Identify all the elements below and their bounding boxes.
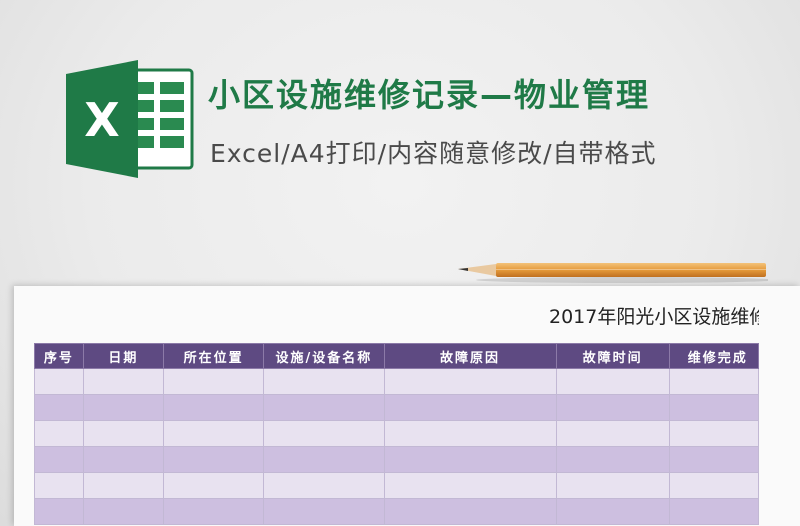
column-header: 所在位置 (163, 343, 265, 369)
table-row (34, 420, 759, 447)
table-cell[interactable] (34, 420, 84, 447)
table-cell[interactable] (668, 394, 759, 421)
table-cell[interactable] (34, 446, 84, 473)
table-cell[interactable] (383, 446, 557, 473)
table-cell[interactable] (383, 420, 557, 447)
table-cell[interactable] (668, 472, 759, 499)
column-header: 序号 (34, 343, 84, 369)
table-cell[interactable] (163, 498, 265, 525)
sheet-title: 2017年阳光小区设施维修记录 (549, 306, 759, 328)
page-subtitle: Excel/A4打印/内容随意修改/自带格式 (210, 139, 657, 168)
table-row (34, 446, 759, 473)
table-cell[interactable] (34, 472, 84, 499)
table-cell[interactable] (555, 420, 670, 447)
pencil-icon (458, 263, 768, 283)
table-cell[interactable] (555, 498, 670, 525)
table-cell[interactable] (263, 498, 385, 525)
table-cell[interactable] (555, 394, 670, 421)
table-cell[interactable] (555, 368, 670, 395)
table-cell[interactable] (263, 368, 385, 395)
table-cell[interactable] (668, 368, 759, 395)
table-cell[interactable] (668, 420, 759, 447)
table-cell[interactable] (34, 368, 84, 395)
table-cell[interactable] (383, 394, 557, 421)
table-cell[interactable] (668, 498, 759, 525)
table-cell[interactable] (263, 446, 385, 473)
table-cell[interactable] (383, 472, 557, 499)
table-row (34, 472, 759, 499)
table-cell[interactable] (34, 394, 84, 421)
table-cell[interactable] (163, 446, 265, 473)
table-cell[interactable] (34, 498, 84, 525)
table-row (34, 498, 759, 525)
table-cell[interactable] (263, 420, 385, 447)
table-cell[interactable] (383, 368, 557, 395)
page-title: 小区设施维修记录—物业管理 (208, 76, 651, 114)
table-cell[interactable] (263, 472, 385, 499)
table-header-row: 序号 日期 所在位置 设施/设备名称 故障原因 故障时间 维修完成 (34, 343, 759, 369)
excel-logo-letter: X (84, 93, 119, 147)
table-cell[interactable] (82, 420, 165, 447)
table-cell[interactable] (82, 498, 165, 525)
column-header: 故障原因 (383, 343, 557, 369)
table-cell[interactable] (163, 368, 265, 395)
column-header: 故障时间 (555, 343, 670, 369)
table-cell[interactable] (555, 446, 670, 473)
table-cell[interactable] (668, 446, 759, 473)
table-cell[interactable] (163, 394, 265, 421)
table-cell[interactable] (82, 394, 165, 421)
table-cell[interactable] (82, 472, 165, 499)
table-cell[interactable] (263, 394, 385, 421)
table-cell[interactable] (82, 446, 165, 473)
column-header: 维修完成 (668, 343, 759, 369)
column-header: 设施/设备名称 (263, 343, 385, 369)
table-cell[interactable] (82, 368, 165, 395)
table-cell[interactable] (163, 472, 265, 499)
excel-logo-icon: X (66, 60, 194, 178)
table-cell[interactable] (555, 472, 670, 499)
table-cell[interactable] (383, 498, 557, 525)
table-cell[interactable] (163, 420, 265, 447)
table-row (34, 394, 759, 421)
maintenance-table: 序号 日期 所在位置 设施/设备名称 故障原因 故障时间 维修完成 (34, 343, 759, 526)
table-row (34, 368, 759, 395)
column-header: 日期 (82, 343, 165, 369)
